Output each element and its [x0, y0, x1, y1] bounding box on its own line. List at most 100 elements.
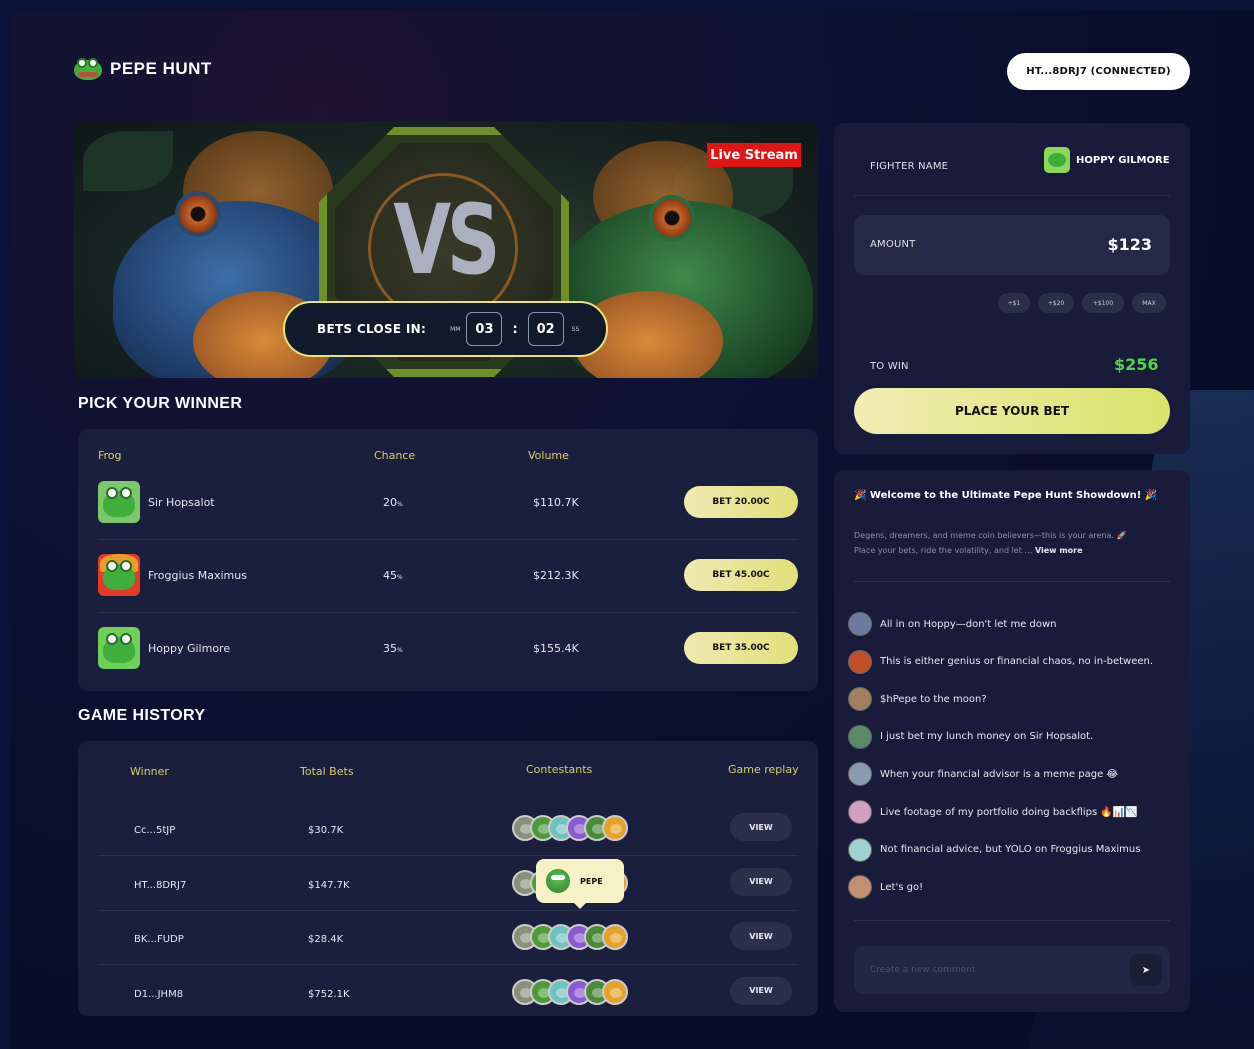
frog-chance: 35%: [383, 642, 403, 655]
chat-message: Not financial advice, but YOLO on Froggi…: [848, 837, 1141, 862]
quick-add-100-button[interactable]: +$100: [1082, 293, 1124, 313]
chat-message-text: Not financial advice, but YOLO on Froggi…: [880, 844, 1141, 856]
contestant-tooltip: PEPE: [536, 859, 624, 909]
timer-label: BETS CLOSE IN:: [317, 322, 427, 336]
view-more-link[interactable]: View more: [1035, 546, 1083, 555]
chat-panel: 🎉 Welcome to the Ultimate Pepe Hunt Show…: [834, 470, 1190, 1012]
view-replay-button[interactable]: VIEW: [730, 813, 792, 841]
game-history-table: Winner Total Bets Contestants Game repla…: [78, 741, 818, 1016]
avatar: [848, 649, 872, 674]
game-history-title: GAME HISTORY: [78, 707, 206, 724]
avatar: [848, 875, 872, 900]
to-win-label: TO WIN: [870, 361, 909, 372]
chat-message-text: I just bet my lunch money on Sir Hopsalo…: [880, 731, 1094, 743]
chat-message-text: This is either genius or financial chaos…: [880, 656, 1154, 668]
contestant-chip[interactable]: [602, 924, 628, 950]
avatar: [848, 800, 872, 824]
fighter-name-label: FIGHTER NAME: [870, 161, 949, 172]
bet-button[interactable]: BET 20.00C: [684, 486, 798, 518]
contestant-chip[interactable]: [602, 978, 628, 1005]
winner-address: HT...8DRJ7: [134, 879, 187, 891]
col-chance: Chance: [374, 449, 416, 462]
chat-message: This is either genius or financial chaos…: [848, 649, 1154, 674]
chat-message: Live footage of my portfolio doing backf…: [848, 800, 1138, 824]
total-bets: $30.7K: [308, 825, 344, 836]
chat-message-text: When your financial advisor is a meme pa…: [880, 768, 1119, 780]
amount-label: AMOUNT: [870, 239, 916, 250]
brand-logo[interactable]: PEPE HUNT: [74, 58, 212, 80]
row-divider: [98, 855, 798, 856]
bet-button[interactable]: BET 35.00C: [684, 632, 798, 664]
winner-address: Cc...5tJP: [134, 825, 176, 836]
history-row: D1...JHM8 $752.1K VIEW: [78, 967, 818, 1021]
comment-composer: ➤: [854, 946, 1170, 994]
place-bet-button[interactable]: PLACE YOUR BET: [854, 388, 1170, 434]
view-replay-button[interactable]: VIEW: [730, 976, 792, 1005]
frog-name: Froggius Maximus: [148, 569, 247, 582]
frog-avatar: [98, 554, 140, 596]
col-contestants: Contestants: [526, 763, 593, 776]
col-frog: Frog: [98, 449, 122, 462]
frog-avatar: [98, 481, 140, 523]
comment-input[interactable]: [870, 946, 1120, 994]
chat-message: I just bet my lunch money on Sir Hopsalo…: [848, 724, 1094, 749]
col-total-bets: Total Bets: [300, 765, 354, 778]
wallet-connected-button[interactable]: HT...8DRJ7 (CONNECTED): [1007, 53, 1190, 90]
seconds-unit: SS: [571, 325, 580, 333]
avatar: [848, 612, 872, 636]
col-volume: Volume: [528, 449, 569, 462]
frog-row: Hoppy Gilmore 35% $155.4K BET 35.00C: [78, 613, 818, 685]
winner-address: BK...FUDP: [134, 934, 184, 945]
pick-winner-table: Frog Chance Volume Sir Hopsalot 20% $110…: [78, 429, 818, 691]
view-replay-button[interactable]: VIEW: [730, 867, 792, 896]
frog-volume: $110.7K: [533, 496, 579, 509]
app-frame: PEPE HUNT HT...8DRJ7 (CONNECTED) VS Live…: [10, 10, 1254, 1049]
contestant-chips: [512, 978, 628, 1005]
chat-message: $hPepe to the moon?: [848, 687, 987, 712]
chat-message: Let's go!: [848, 875, 924, 900]
bets-close-timer: BETS CLOSE IN: MM 03 : 02 SS: [283, 301, 608, 357]
frog-name: Hoppy Gilmore: [148, 642, 231, 655]
intro-line-2: Place your bets, ride the volatility, an…: [854, 546, 1022, 555]
chat-message-text: Let's go!: [880, 881, 924, 893]
view-replay-button[interactable]: VIEW: [730, 922, 792, 950]
send-button[interactable]: ➤: [1130, 954, 1162, 986]
timer-minutes: 03: [466, 312, 503, 346]
fighter-name: HOPPY GILMORE: [1076, 154, 1170, 166]
contestant-chip[interactable]: [602, 815, 628, 841]
live-stream-hero[interactable]: VS Live Stream BETS CLOSE IN: MM 03 : 02…: [73, 121, 818, 378]
row-divider: [98, 909, 798, 911]
col-game-replay: Game replay: [728, 763, 799, 776]
contestant-chips: [512, 815, 628, 841]
chat-intro: Degens, dreamers, and meme coin believer…: [854, 528, 1170, 558]
live-stream-badge: Live Stream: [707, 143, 801, 167]
pepe-frog-icon: [74, 58, 102, 80]
frog-volume: $212.3K: [533, 569, 579, 582]
avatar: [848, 837, 872, 862]
row-divider: [98, 964, 798, 965]
quick-max-button[interactable]: MAX: [1132, 293, 1166, 313]
chat-message-text: Live footage of my portfolio doing backf…: [880, 806, 1138, 818]
intro-line-1: Degens, dreamers, and meme coin believer…: [854, 531, 1127, 540]
amount-value: $123: [1107, 235, 1152, 254]
total-bets: $752.1K: [308, 988, 350, 1000]
chat-message-text: $hPepe to the moon?: [880, 693, 987, 705]
quick-add-20-button[interactable]: +$20: [1038, 293, 1074, 313]
total-bets: $147.7K: [308, 879, 350, 891]
to-win-value: $256: [1114, 355, 1159, 374]
timer-seconds: 02: [527, 312, 564, 346]
tooltip-label: PEPE: [580, 876, 603, 886]
pick-winner-title: PICK YOUR WINNER: [78, 395, 243, 412]
quick-add-1-button[interactable]: +$1: [998, 293, 1030, 313]
winner-address: D1...JHM8: [134, 988, 184, 1000]
amount-field[interactable]: AMOUNT $123: [854, 215, 1170, 275]
contestant-chips: [512, 924, 628, 950]
bet-slip-panel: FIGHTER NAME HOPPY GILMORE AMOUNT $123 +…: [834, 123, 1190, 454]
frog-chance: 20%: [383, 496, 403, 509]
bet-button[interactable]: BET 45.00C: [684, 559, 798, 591]
history-row: BK...FUDP $28.4K VIEW: [78, 912, 818, 966]
history-row: Cc...5tJP $30.7K VIEW: [78, 803, 818, 857]
chat-message: When your financial advisor is a meme pa…: [848, 762, 1119, 787]
avatar: [848, 724, 872, 749]
frog-chance: 45%: [383, 569, 403, 582]
